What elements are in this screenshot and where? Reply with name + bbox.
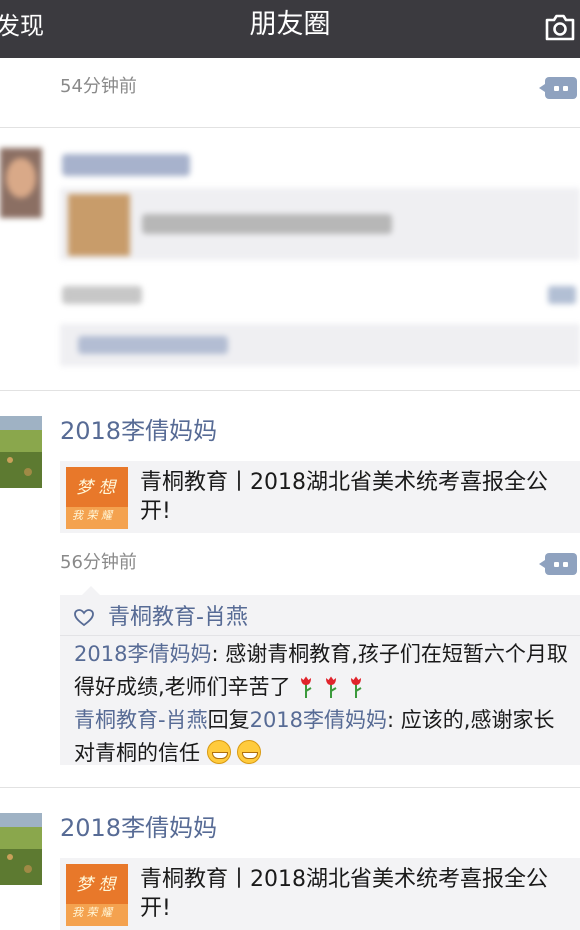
nav-bar: 发现 朋友圈 xyxy=(0,0,580,58)
username[interactable] xyxy=(62,154,190,176)
svg-text:梦 想: 梦 想 xyxy=(76,478,117,498)
svg-text:梦 想: 梦 想 xyxy=(76,875,117,895)
rose-emoji xyxy=(350,676,362,698)
avatar[interactable] xyxy=(0,148,42,218)
link-title: 青桐教育丨2018湖北省美术统考喜报全公开! xyxy=(140,470,548,524)
comments-box: 青桐教育-肖燕 2018李倩妈妈: 感谢青桐教育,孩子们在短暂六个月取得好成绩,… xyxy=(60,586,580,765)
rose-emoji xyxy=(301,676,312,698)
avatar[interactable] xyxy=(0,813,42,885)
rose-emoji xyxy=(326,676,337,698)
link-thumbnail: 梦 想 我 荣 耀 xyxy=(66,467,128,529)
post-time xyxy=(62,286,142,304)
link-card[interactable]: 梦 想 我 荣 耀 青桐教育丨2018湖北省美术统考喜报全公开! xyxy=(60,461,580,533)
camera-icon[interactable] xyxy=(544,12,576,42)
username[interactable]: 2018李倩妈妈 xyxy=(60,416,217,446)
likes-divider xyxy=(60,635,580,636)
avatar[interactable] xyxy=(0,416,42,488)
username[interactable]: 2018李倩妈妈 xyxy=(60,813,217,843)
heart-icon xyxy=(74,609,94,627)
comment-action-button[interactable] xyxy=(548,286,576,304)
page-title: 朋友圈 xyxy=(249,9,331,40)
grin-emoji xyxy=(237,740,262,764)
post-time: 56分钟前 xyxy=(60,552,137,573)
reply-target[interactable]: 2018李倩妈妈 xyxy=(250,708,387,732)
comment-author[interactable]: 2018李倩妈妈 xyxy=(74,642,211,666)
likes-box xyxy=(60,324,580,366)
grin-emoji xyxy=(206,740,231,764)
comment-author[interactable]: 青桐教育-肖燕 xyxy=(74,708,208,732)
comment-action-button[interactable] xyxy=(539,553,577,575)
svg-text:我 荣 耀: 我 荣 耀 xyxy=(72,509,114,522)
post-partial: 54分钟前 xyxy=(0,58,580,128)
reply-word: 回复 xyxy=(207,708,250,732)
comment-reply[interactable]: 青桐教育-肖燕回复2018李倩妈妈: 应该的,感谢家长对青桐的信任 xyxy=(74,704,574,770)
post-blurred xyxy=(0,128,580,390)
comment[interactable]: 2018李倩妈妈: 感谢青桐教育,孩子们在短暂六个月取得好成绩,老师们辛苦了 xyxy=(74,638,574,704)
link-card[interactable]: 梦 想 我 荣 耀 青桐教育丨2018湖北省美术统考喜报全公开! xyxy=(60,858,580,930)
post: 2018李倩妈妈 梦 想 我 荣 耀 青桐教育丨2018湖北省美术统考喜报全公开… xyxy=(0,391,580,787)
comment-action-button[interactable] xyxy=(539,77,577,99)
like-name[interactable]: 青桐教育-肖燕 xyxy=(108,603,248,633)
post-time: 54分钟前 xyxy=(60,76,137,97)
post: 2018李倩妈妈 梦 想 我 荣 耀 青桐教育丨2018湖北省美术统考喜报全公开… xyxy=(0,788,580,930)
link-title: 青桐教育丨2018湖北省美术统考喜报全公开! xyxy=(140,867,548,921)
link-card[interactable] xyxy=(60,188,580,260)
link-thumbnail: 梦 想 我 荣 耀 xyxy=(66,864,128,926)
likes-row: 青桐教育-肖燕 xyxy=(74,603,574,633)
